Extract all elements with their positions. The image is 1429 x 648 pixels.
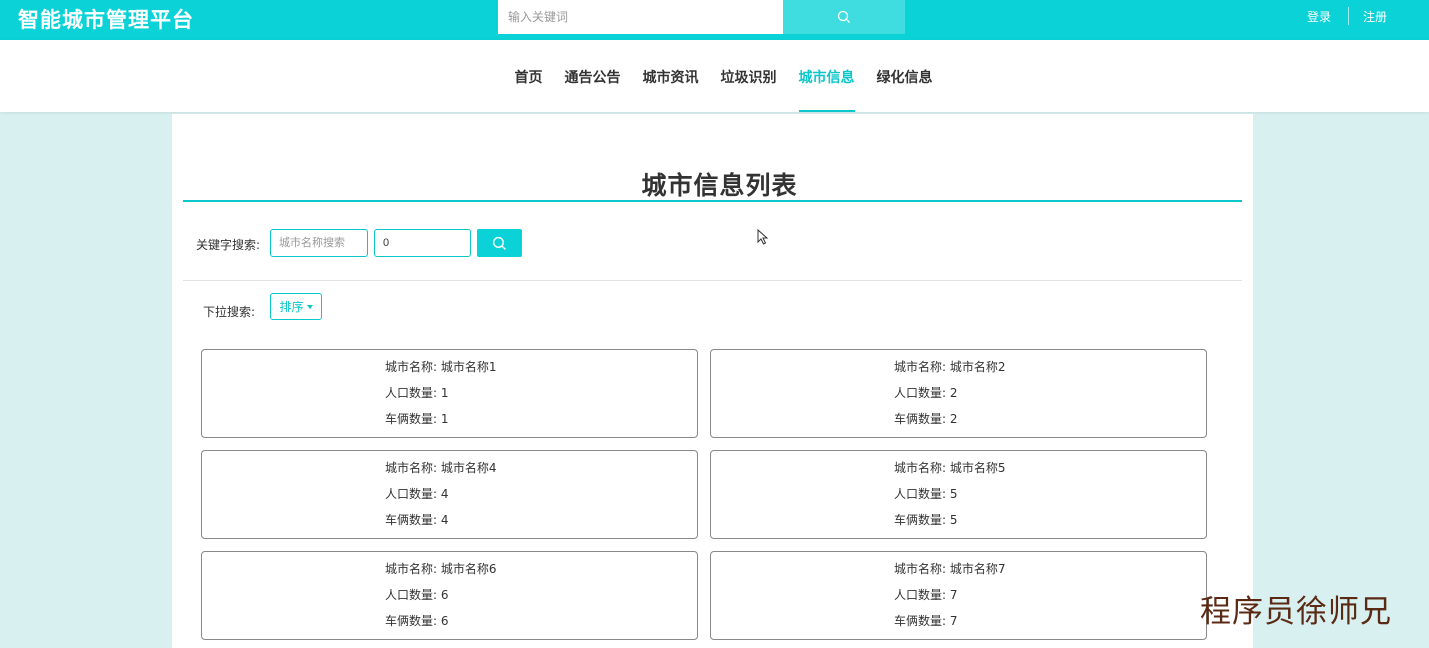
filter-divider [183,280,1242,281]
city-name-label: 城市名称: [894,360,947,374]
city-name-search-input[interactable] [270,229,368,257]
vehicle-value: 1 [440,412,449,426]
city-name-row: 城市名称: 城市名称4 [385,459,497,476]
city-name-row: 城市名称: 城市名称1 [385,358,497,375]
population-row: 人口数量: 4 [385,485,449,502]
population-row: 人口数量: 2 [894,384,958,401]
population-label: 人口数量: [385,386,438,400]
vehicle-value: 5 [949,513,958,527]
header-search-button[interactable] [783,0,905,34]
login-link[interactable]: 登录 [1307,8,1331,25]
vehicle-label: 车俩数量: [385,412,438,426]
top-header: 智能城市管理平台 登录 注册 [0,0,1429,40]
register-link[interactable]: 注册 [1363,8,1387,25]
city-name-label: 城市名称: [385,461,438,475]
content-panel: 城市信息列表 关键字搜索: 下拉搜索: 排序 城市名称: 城市名称1 人口数量:… [172,114,1253,648]
population-label: 人口数量: [385,487,438,501]
population-label: 人口数量: [894,487,947,501]
vehicle-label: 车俩数量: [894,513,947,527]
nav-item-home[interactable]: 首页 [515,40,543,112]
nav-item-greening-info[interactable]: 绿化信息 [877,40,933,112]
city-name-value: 城市名称5 [949,461,1006,475]
population-row: 人口数量: 6 [385,586,449,603]
caret-down-icon [306,304,313,309]
city-card[interactable]: 城市名称: 城市名称7 人口数量: 7 车俩数量: 7 [710,551,1207,640]
population-value: 2 [949,386,958,400]
nav-item-garbage-recognition[interactable]: 垃圾识别 [721,40,777,112]
header-search-input[interactable] [498,0,783,34]
city-name-value: 城市名称7 [949,562,1006,576]
sort-label: 排序 [279,300,304,314]
population-row: 人口数量: 1 [385,384,449,401]
vehicle-label: 车俩数量: [385,513,438,527]
vehicle-row: 车俩数量: 6 [385,612,449,629]
nav-item-notices[interactable]: 通告公告 [565,40,621,112]
keyword-search-label: 关键字搜索: [196,238,261,252]
city-name-value: 城市名称6 [440,562,497,576]
population-value: 1 [440,386,449,400]
title-underline [183,200,1242,202]
vehicle-value: 4 [440,513,449,527]
city-name-value: 城市名称1 [440,360,497,374]
city-name-value: 城市名称4 [440,461,497,475]
brand-title[interactable]: 智能城市管理平台 [18,4,194,34]
vehicle-row: 车俩数量: 7 [894,612,958,629]
nav-item-city-news[interactable]: 城市资讯 [643,40,699,112]
watermark-text: 程序员徐师兄 [1200,594,1392,630]
city-name-label: 城市名称: [894,562,947,576]
auth-divider [1348,7,1349,25]
dropdown-search-label: 下拉搜索: [203,305,256,319]
city-name-label: 城市名称: [894,461,947,475]
vehicle-value: 2 [949,412,958,426]
search-icon [837,10,850,23]
city-card[interactable]: 城市名称: 城市名称4 人口数量: 4 车俩数量: 4 [201,450,698,539]
vehicle-row: 车俩数量: 1 [385,410,449,427]
city-name-label: 城市名称: [385,562,438,576]
population-value: 7 [949,588,958,602]
vehicle-row: 车俩数量: 5 [894,511,958,528]
sort-dropdown-button[interactable]: 排序 [270,293,322,320]
population-row: 人口数量: 5 [894,485,958,502]
city-name-row: 城市名称: 城市名称2 [894,358,1006,375]
vehicle-row: 车俩数量: 4 [385,511,449,528]
population-label: 人口数量: [894,588,947,602]
city-card[interactable]: 城市名称: 城市名称1 人口数量: 1 车俩数量: 1 [201,349,698,438]
population-row: 人口数量: 7 [894,586,958,603]
city-name-value: 城市名称2 [949,360,1006,374]
nav-item-city-info[interactable]: 城市信息 [798,40,855,112]
population-value: 5 [949,487,958,501]
nav-menu: 首页 通告公告 城市资讯 垃圾识别 城市信息 绿化信息 [0,40,1429,112]
vehicle-value: 6 [440,614,449,628]
vehicle-label: 车俩数量: [894,412,947,426]
city-card[interactable]: 城市名称: 城市名称5 人口数量: 5 车俩数量: 5 [710,450,1207,539]
population-label: 人口数量: [385,588,438,602]
search-button[interactable] [477,229,522,257]
vehicle-row: 车俩数量: 2 [894,410,958,427]
search-icon [492,236,506,250]
page-title: 城市信息列表 [641,171,798,200]
population-value: 6 [440,588,449,602]
city-card[interactable]: 城市名称: 城市名称6 人口数量: 6 车俩数量: 6 [201,551,698,640]
vehicle-label: 车俩数量: [385,614,438,628]
number-search-input[interactable] [374,229,471,257]
city-name-row: 城市名称: 城市名称6 [385,560,497,577]
vehicle-value: 7 [949,614,958,628]
population-label: 人口数量: [894,386,947,400]
city-name-row: 城市名称: 城市名称5 [894,459,1006,476]
mouse-cursor-icon [757,229,769,245]
city-card[interactable]: 城市名称: 城市名称2 人口数量: 2 车俩数量: 2 [710,349,1207,438]
city-name-label: 城市名称: [385,360,438,374]
main-navbar: 首页 通告公告 城市资讯 垃圾识别 城市信息 绿化信息 [0,40,1429,112]
population-value: 4 [440,487,449,501]
city-name-row: 城市名称: 城市名称7 [894,560,1006,577]
vehicle-label: 车俩数量: [894,614,947,628]
